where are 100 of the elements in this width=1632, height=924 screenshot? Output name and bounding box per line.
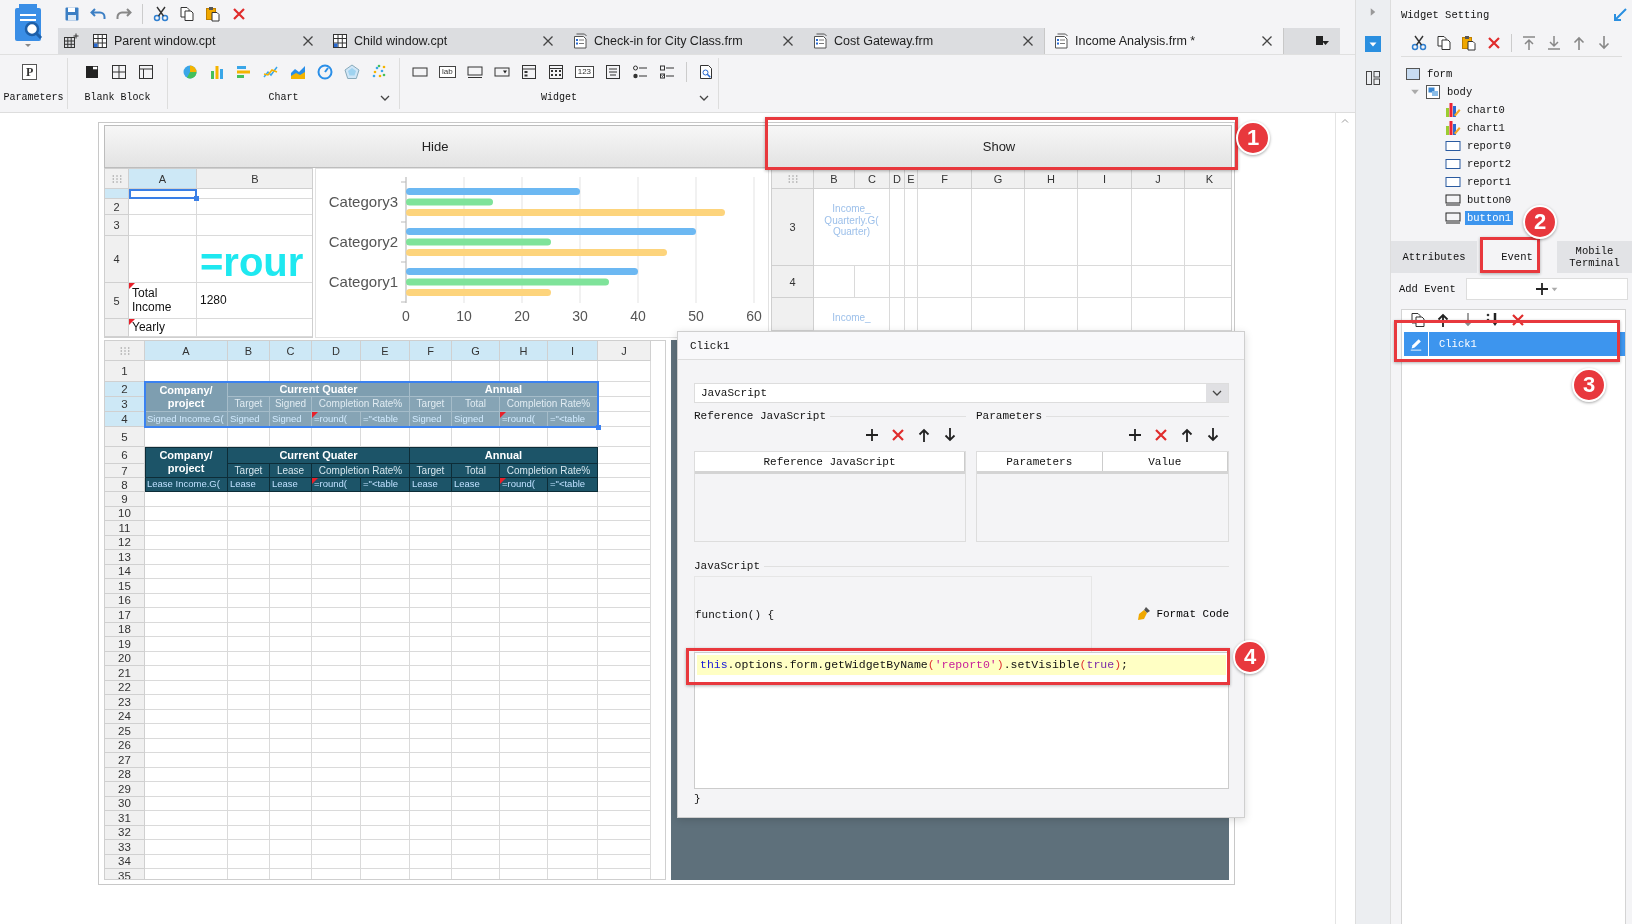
- row-header[interactable]: 5: [105, 283, 129, 319]
- date-widget-icon[interactable]: [520, 64, 537, 80]
- scissors-icon[interactable]: [153, 6, 169, 22]
- down-arrow-icon[interactable]: [1205, 427, 1221, 443]
- column-header[interactable]: H: [500, 341, 548, 361]
- text-field-icon[interactable]: [412, 64, 428, 80]
- column-header[interactable]: G: [452, 341, 500, 361]
- new-grid-icon[interactable]: [63, 33, 79, 49]
- row-header[interactable]: 21: [105, 666, 145, 681]
- column-header[interactable]: K: [1185, 169, 1231, 189]
- collapse-icon[interactable]: [1612, 7, 1628, 23]
- preview-icon[interactable]: [698, 64, 715, 80]
- up-arrow-icon[interactable]: [916, 427, 932, 443]
- delete-icon[interactable]: [890, 427, 906, 443]
- column-header[interactable]: A: [129, 169, 197, 189]
- file-tab[interactable]: Parent window.cpt: [84, 28, 324, 54]
- column-header[interactable]: E: [361, 341, 410, 361]
- redo-icon[interactable]: [116, 6, 132, 22]
- undo-icon[interactable]: [90, 6, 106, 22]
- tree-item[interactable]: body: [1445, 85, 1475, 99]
- plus-icon[interactable]: [1127, 427, 1143, 443]
- down-arrow-icon[interactable]: [942, 427, 958, 443]
- tree-item[interactable]: report1: [1465, 175, 1514, 189]
- format-code-button[interactable]: Format Code: [1136, 606, 1229, 622]
- row-header[interactable]: 19: [105, 637, 145, 652]
- table-block-icon[interactable]: [138, 64, 154, 80]
- row-header[interactable]: 23: [105, 695, 145, 710]
- row-header[interactable]: 25: [105, 724, 145, 739]
- up-arrow-icon[interactable]: [1179, 427, 1195, 443]
- row-header[interactable]: 17: [105, 608, 145, 623]
- panel-tab[interactable]: Mobile Terminal: [1557, 241, 1632, 273]
- tree-item[interactable]: button0: [1465, 193, 1514, 207]
- row-header[interactable]: 3: [105, 215, 129, 236]
- column-header[interactable]: B: [228, 341, 270, 361]
- column-header[interactable]: J: [1132, 169, 1185, 189]
- text-area-icon[interactable]: [605, 64, 622, 80]
- file-tab[interactable]: Child window.cpt: [324, 28, 564, 54]
- row-header[interactable]: 1: [105, 361, 145, 382]
- selected-cell[interactable]: [129, 189, 197, 199]
- delete-icon[interactable]: [231, 6, 247, 22]
- radio-list-icon[interactable]: [632, 64, 649, 80]
- add-event-field[interactable]: [1465, 278, 1628, 300]
- column-header[interactable]: I: [548, 341, 598, 361]
- tree-item[interactable]: chart0: [1465, 103, 1507, 117]
- column-header[interactable]: C: [855, 169, 890, 189]
- delete-icon[interactable]: [1153, 427, 1169, 443]
- code-editor[interactable]: this.options.form.getWidgetByName('report0').setVisible(true);: [694, 652, 1229, 789]
- widget-button[interactable]: Hide: [104, 125, 766, 168]
- row-header[interactable]: 11: [105, 521, 145, 536]
- calendar-icon[interactable]: [547, 64, 564, 80]
- column-header[interactable]: A: [145, 341, 228, 361]
- row-header[interactable]: 3: [105, 397, 145, 412]
- row-header[interactable]: 3: [772, 189, 814, 266]
- row-header[interactable]: 35: [105, 869, 145, 879]
- copy-icon[interactable]: [179, 6, 195, 22]
- copy-icon[interactable]: [1410, 312, 1426, 328]
- plus-icon[interactable]: [864, 427, 880, 443]
- button-widget-icon[interactable]: [466, 64, 483, 80]
- widget-button[interactable]: Show: [766, 125, 1232, 168]
- file-tab[interactable]: Cost Gateway.frm: [804, 28, 1044, 54]
- panel-tab[interactable]: Attributes: [1391, 241, 1477, 273]
- column-header[interactable]: F: [918, 169, 972, 189]
- row-header[interactable]: 5: [105, 427, 145, 447]
- tree-item[interactable]: report2: [1465, 157, 1514, 171]
- scissors-icon[interactable]: [1411, 35, 1427, 51]
- move-to-top-icon[interactable]: [1521, 35, 1537, 51]
- dropdown-icon[interactable]: [1365, 36, 1381, 52]
- clipboard-icon[interactable]: [1461, 35, 1477, 51]
- tree-item[interactable]: chart1: [1465, 121, 1507, 135]
- file-tab[interactable]: Income Analysis.frm *: [1044, 28, 1284, 54]
- row-header[interactable]: 2: [105, 199, 129, 215]
- layout-icon[interactable]: [1365, 70, 1381, 86]
- quad-block-icon[interactable]: [111, 64, 127, 80]
- row-header[interactable]: 2: [105, 382, 145, 397]
- column-header[interactable]: D: [312, 341, 361, 361]
- row-header[interactable]: 4: [772, 266, 814, 298]
- number-widget-button[interactable]: 123: [574, 66, 595, 78]
- row-header[interactable]: 27: [105, 753, 145, 768]
- dropdown-widget-icon[interactable]: [493, 64, 510, 80]
- move-to-bottom-icon[interactable]: [1546, 35, 1562, 51]
- delete-icon[interactable]: [1510, 312, 1526, 328]
- row-header[interactable]: 9: [105, 492, 145, 507]
- column-header[interactable]: C: [270, 341, 312, 361]
- column-header[interactable]: J: [598, 341, 651, 361]
- label-widget-button[interactable]: lab: [439, 66, 456, 78]
- clipboard-icon[interactable]: [205, 6, 221, 22]
- checkbox-list-icon[interactable]: [659, 64, 676, 80]
- filled-block-icon[interactable]: [84, 64, 100, 80]
- row-header[interactable]: 13: [105, 550, 145, 565]
- copy-icon[interactable]: [1436, 35, 1452, 51]
- parameter-button[interactable]: P: [22, 64, 38, 80]
- column-header[interactable]: B: [197, 169, 312, 189]
- row-header[interactable]: 15: [105, 579, 145, 594]
- row-header[interactable]: 7: [105, 464, 145, 478]
- row-header[interactable]: 8: [105, 478, 145, 492]
- column-header[interactable]: G: [972, 169, 1025, 189]
- up-arrow-icon[interactable]: [1435, 312, 1451, 328]
- column-header[interactable]: I: [1078, 169, 1132, 189]
- tree-item[interactable]: report0: [1465, 139, 1514, 153]
- column-header[interactable]: H: [1025, 169, 1078, 189]
